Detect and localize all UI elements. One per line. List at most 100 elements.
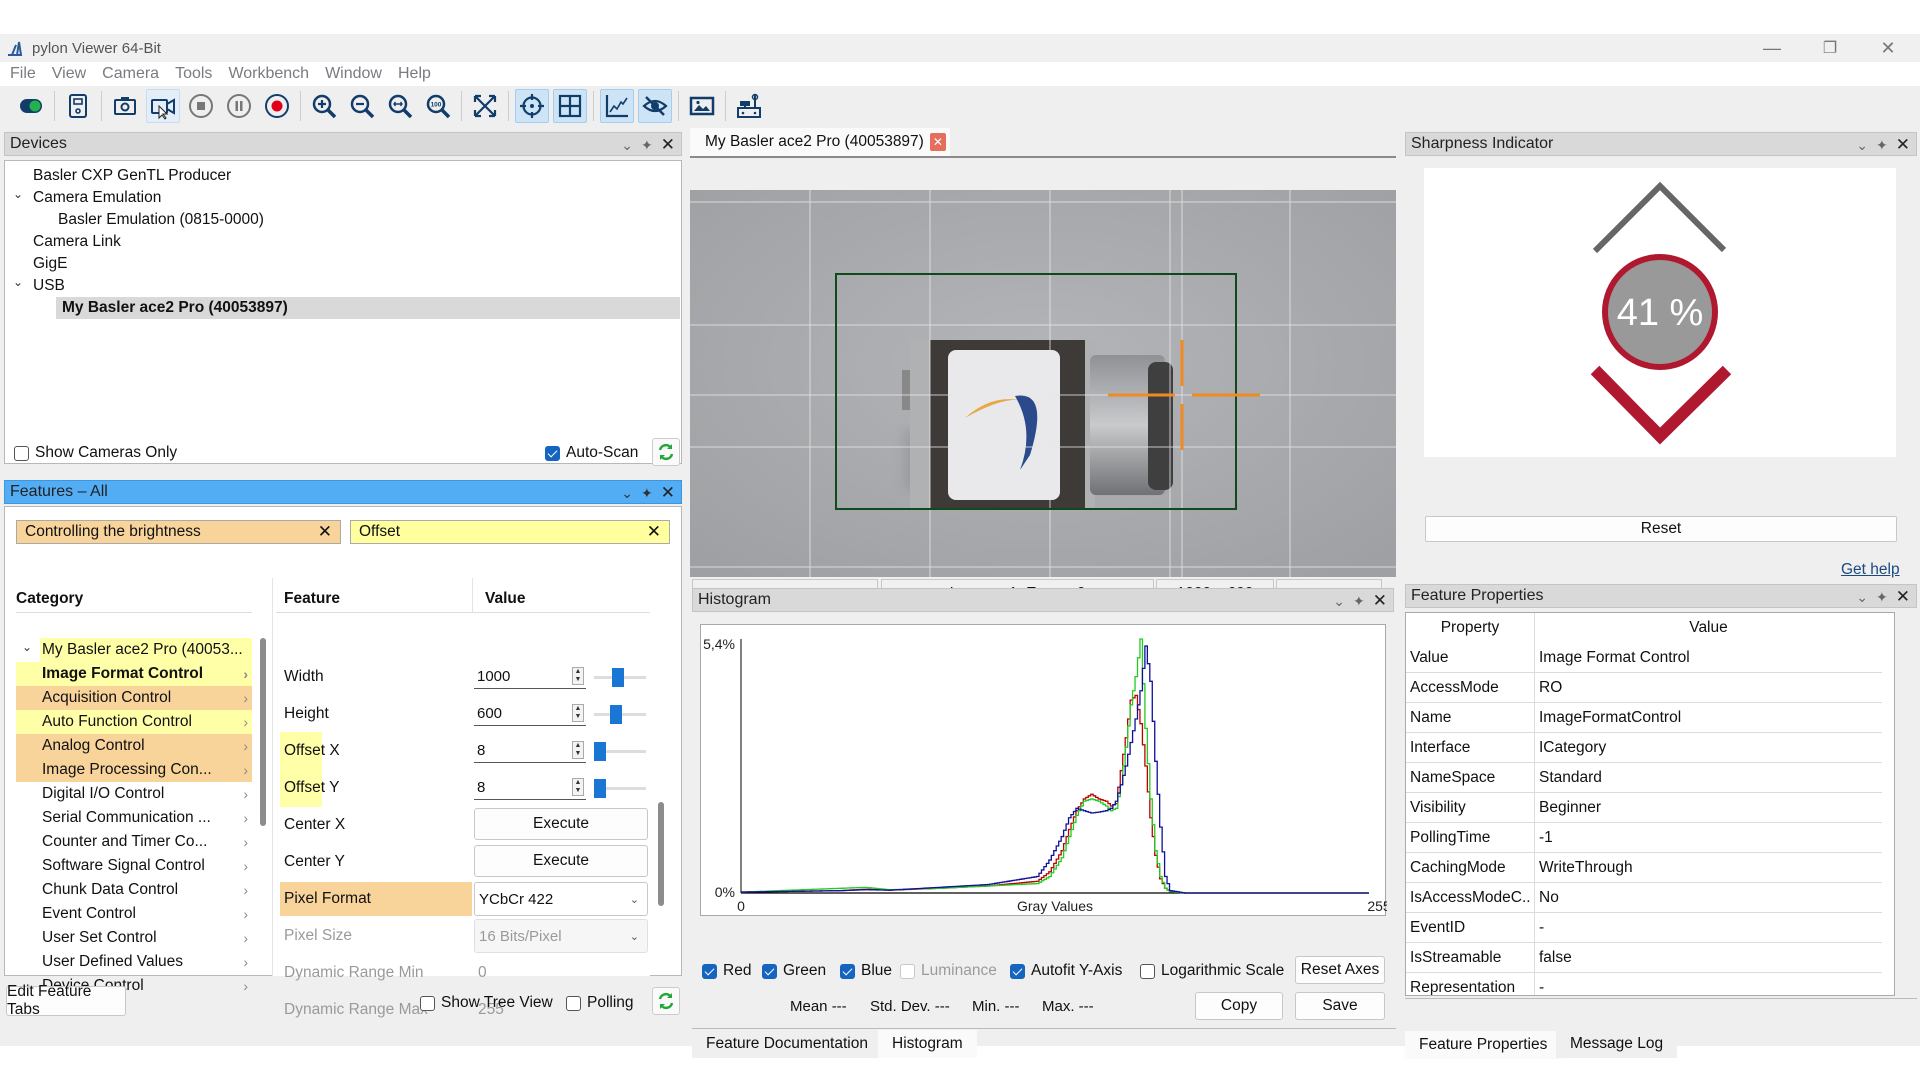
feature-value-slider[interactable]	[594, 705, 646, 724]
pause-button[interactable]	[222, 89, 256, 123]
checkbox-box[interactable]	[566, 995, 581, 1011]
expand-chevron-icon[interactable]: ⌄	[13, 275, 23, 289]
category-item[interactable]: Image Format Control ›	[16, 662, 252, 686]
category-item[interactable]: Acquisition Control ›	[16, 686, 252, 710]
pin-icon[interactable]: ✦	[1353, 593, 1365, 610]
menu-camera[interactable]: Camera	[102, 65, 159, 83]
save-histogram-button[interactable]: Save	[1295, 992, 1385, 1020]
image-button[interactable]	[685, 89, 719, 123]
refresh-features-button[interactable]	[652, 987, 680, 1015]
show-tree-view-checkbox[interactable]: Show Tree View	[420, 994, 553, 1012]
continuous-shot-button[interactable]	[146, 89, 180, 123]
property-row[interactable]: Name ImageFormatControl	[1406, 703, 1882, 733]
checkbox-box[interactable]	[1140, 963, 1155, 979]
remove-filter-icon[interactable]: ✕	[318, 522, 332, 542]
feature-value-spinbox[interactable]: 8 ▲ ▼	[474, 739, 586, 763]
device-tree-item[interactable]: Camera Link	[33, 231, 121, 253]
expand-chevron-icon[interactable]: ⌄	[13, 187, 23, 201]
refresh-devices-button[interactable]	[652, 438, 680, 466]
histogram-button[interactable]	[600, 89, 634, 123]
property-row[interactable]: IsAccessModeC... No	[1406, 883, 1882, 913]
device-tree-item[interactable]: GigE	[33, 253, 67, 275]
close-panel-icon[interactable]: ✕	[1896, 135, 1910, 155]
property-row[interactable]: EventID -	[1406, 913, 1882, 943]
pin-icon[interactable]: ✦	[1876, 589, 1888, 606]
category-item[interactable]: Serial Communication ... ›	[16, 806, 252, 830]
zoom-out-button[interactable]	[345, 89, 379, 123]
zoom-fit-button[interactable]	[383, 89, 417, 123]
auto-scan-checkbox[interactable]: Auto-Scan	[545, 444, 638, 462]
pin-icon[interactable]: ✦	[641, 485, 653, 502]
category-item[interactable]: User Set Control ›	[16, 926, 252, 950]
pin-icon[interactable]: ✦	[1876, 137, 1888, 154]
menu-window[interactable]: Window	[325, 65, 382, 83]
feature-value-dropdown[interactable]: YCbCr 422 ⌄	[474, 882, 648, 916]
property-row[interactable]: Visibility Beginner	[1406, 793, 1882, 823]
category-item[interactable]: Counter and Timer Co... ›	[16, 830, 252, 854]
checkbox-box[interactable]	[420, 995, 435, 1011]
zoom-in-button[interactable]	[307, 89, 341, 123]
property-row[interactable]: Value Image Format Control	[1406, 643, 1882, 673]
close-button[interactable]: ✕	[1860, 34, 1916, 62]
feature-value-spinbox[interactable]: 1000 ▲ ▼	[474, 665, 586, 689]
checkbox-box[interactable]	[702, 963, 717, 979]
feature-value-spinbox[interactable]: 8 ▲ ▼	[474, 776, 586, 800]
device-tree-item[interactable]: Basler Emulation (0815-0000)	[58, 209, 264, 231]
close-panel-icon[interactable]: ✕	[1373, 591, 1387, 611]
hide-overlay-button[interactable]	[638, 89, 672, 123]
property-row[interactable]: Interface ICategory	[1406, 733, 1882, 763]
single-shot-button[interactable]	[108, 89, 142, 123]
feature-value-slider[interactable]	[594, 668, 646, 687]
polling-checkbox[interactable]: Polling	[566, 994, 634, 1012]
close-tab-icon[interactable]: ✕	[929, 133, 946, 151]
reset-axes-button[interactable]: Reset Axes	[1295, 956, 1385, 984]
menu-file[interactable]: File	[10, 65, 36, 83]
copy-button[interactable]: Copy	[1195, 992, 1283, 1020]
feature-value-slider[interactable]	[594, 742, 646, 761]
histogram-checkbox-logarithmic-scale[interactable]: Logarithmic Scale	[1140, 962, 1284, 980]
restore-button[interactable]: ❐	[1802, 34, 1858, 62]
category-item[interactable]: Image Processing Con... ›	[16, 758, 252, 782]
category-root[interactable]: ⌄ My Basler ace2 Pro (40053...	[16, 638, 252, 662]
execute-button[interactable]: Execute	[474, 808, 648, 840]
edit-feature-tabs-button[interactable]: Edit Feature Tabs	[6, 983, 126, 1018]
record-button[interactable]	[260, 89, 294, 123]
pin-icon[interactable]: ✦	[641, 137, 653, 154]
panel-menu-icon[interactable]: ⌄	[1333, 593, 1345, 610]
menu-workbench[interactable]: Workbench	[228, 65, 309, 83]
panel-menu-icon[interactable]: ⌄	[621, 485, 633, 502]
property-row[interactable]: IsStreamable false	[1406, 943, 1882, 973]
filter-chip-brightness[interactable]: Controlling the brightness ✕	[16, 520, 341, 544]
checkbox-box[interactable]	[1010, 963, 1025, 979]
fullscreen-button[interactable]	[468, 89, 502, 123]
remove-filter-icon[interactable]: ✕	[647, 522, 661, 542]
close-panel-icon[interactable]: ✕	[1896, 587, 1910, 607]
category-scrollbar[interactable]	[260, 638, 266, 826]
feature-scrollbar[interactable]	[658, 802, 664, 906]
category-item[interactable]: Software Signal Control ›	[16, 854, 252, 878]
workbench-button[interactable]	[732, 89, 766, 123]
slider-thumb[interactable]	[594, 779, 606, 798]
histogram-checkbox-red[interactable]: Red	[702, 962, 751, 980]
category-item[interactable]: Chunk Data Control ›	[16, 878, 252, 902]
execute-button[interactable]: Execute	[474, 845, 648, 877]
category-item[interactable]: Digital I/O Control ›	[16, 782, 252, 806]
menu-help[interactable]: Help	[398, 65, 431, 83]
property-row[interactable]: AccessMode RO	[1406, 673, 1882, 703]
feature-value-spinbox[interactable]: 600 ▲ ▼	[474, 702, 586, 726]
collapse-chevron-icon[interactable]: ⌄	[22, 640, 32, 654]
panel-menu-icon[interactable]: ⌄	[1856, 137, 1868, 154]
sharpness-reset-button[interactable]: Reset	[1425, 516, 1897, 542]
device-tree-item[interactable]: Camera Emulation	[33, 187, 161, 209]
minimize-button[interactable]: —	[1744, 34, 1800, 62]
close-panel-icon[interactable]: ✕	[661, 483, 675, 503]
tab-message-log[interactable]: Message Log	[1556, 1030, 1678, 1058]
histogram-checkbox-autofit-y-axis[interactable]: Autofit Y-Axis	[1010, 962, 1122, 980]
save-button[interactable]	[61, 89, 95, 123]
camera-image-view[interactable]	[690, 190, 1396, 577]
spin-arrows-icon[interactable]: ▲ ▼	[572, 667, 584, 685]
histogram-checkbox-blue[interactable]: Blue	[840, 962, 892, 980]
property-row[interactable]: Representation -	[1406, 973, 1882, 995]
tab-histogram[interactable]: Histogram	[878, 1030, 977, 1058]
checkbox-box[interactable]	[14, 445, 29, 461]
